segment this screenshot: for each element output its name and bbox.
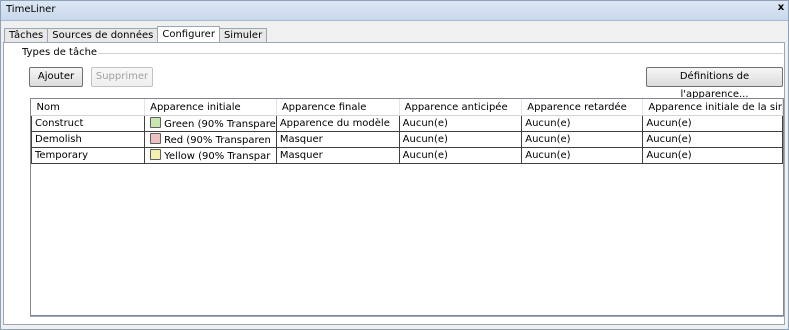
cell-early[interactable]: Aucun(e): [398, 115, 523, 132]
window-title: TimeLiner: [6, 4, 56, 15]
table-row[interactable]: Demolish Red (90% Transparen Masquer Auc…: [31, 131, 783, 148]
cell-name[interactable]: Demolish: [31, 131, 146, 148]
cell-initial-label: Red (90% Transparen: [164, 135, 271, 146]
task-types-group-label: Types de tâche: [21, 47, 99, 58]
tab-simuler[interactable]: Simuler: [218, 28, 268, 43]
col-header-name[interactable]: Nom: [31, 99, 146, 116]
cell-initial[interactable]: Green (90% Transpare: [144, 115, 277, 132]
color-swatch-icon: [150, 133, 162, 144]
title-bar: TimeLiner x: [1, 1, 788, 21]
tab-sources-de-donnees[interactable]: Sources de données: [47, 28, 159, 43]
color-swatch-icon: [150, 149, 162, 160]
col-header-initial[interactable]: Apparence initiale: [144, 99, 277, 116]
cell-initial-label: Yellow (90% Transpar: [164, 151, 271, 162]
cell-late[interactable]: Aucun(e): [521, 115, 644, 132]
cell-sim-initial[interactable]: Aucun(e): [642, 147, 783, 164]
col-header-early[interactable]: Apparence anticipée: [399, 99, 523, 116]
cell-name[interactable]: Temporary: [31, 147, 146, 164]
group-divider: [76, 53, 783, 54]
color-swatch-icon: [150, 117, 162, 128]
cell-name[interactable]: Construct: [31, 115, 146, 132]
col-header-late[interactable]: Apparence retardée: [521, 99, 644, 116]
cell-late[interactable]: Aucun(e): [521, 147, 644, 164]
tab-taches[interactable]: Tâches: [4, 28, 49, 43]
cell-sim-initial[interactable]: Aucun(e): [642, 131, 783, 148]
table-row[interactable]: Temporary Yellow (90% Transpar Masquer A…: [31, 147, 783, 164]
cell-early[interactable]: Aucun(e): [398, 147, 523, 164]
cell-sim-initial[interactable]: Aucun(e): [642, 115, 783, 132]
cell-initial[interactable]: Red (90% Transparen: [144, 131, 277, 148]
cell-final[interactable]: Apparence du modèle: [275, 115, 400, 132]
task-types-grid: Nom Apparence initiale Apparence finale …: [30, 98, 784, 316]
cell-early[interactable]: Aucun(e): [398, 131, 523, 148]
task-types-table: Nom Apparence initiale Apparence finale …: [31, 99, 783, 164]
cell-late[interactable]: Aucun(e): [521, 131, 644, 148]
appearance-definitions-button[interactable]: Définitions de l'apparence...: [646, 67, 783, 100]
table-row[interactable]: Construct Green (90% Transpare Apparence…: [31, 115, 783, 132]
add-button[interactable]: Ajouter: [29, 67, 83, 87]
col-header-sim-initial[interactable]: Apparence initiale de la sir: [642, 99, 783, 116]
grid-header: Nom Apparence initiale Apparence finale …: [31, 99, 783, 116]
delete-button[interactable]: Supprimer: [91, 67, 153, 87]
cell-final[interactable]: Masquer: [275, 147, 400, 164]
col-header-final[interactable]: Apparence finale: [276, 99, 400, 116]
tab-bar: Tâches Sources de données Configurer Sim…: [4, 26, 268, 44]
grid-bottom-edge: [30, 316, 784, 317]
cell-initial[interactable]: Yellow (90% Transpar: [144, 147, 277, 164]
cell-final[interactable]: Masquer: [275, 131, 400, 148]
cell-initial-label: Green (90% Transpare: [164, 119, 276, 130]
close-icon[interactable]: x: [776, 2, 786, 13]
